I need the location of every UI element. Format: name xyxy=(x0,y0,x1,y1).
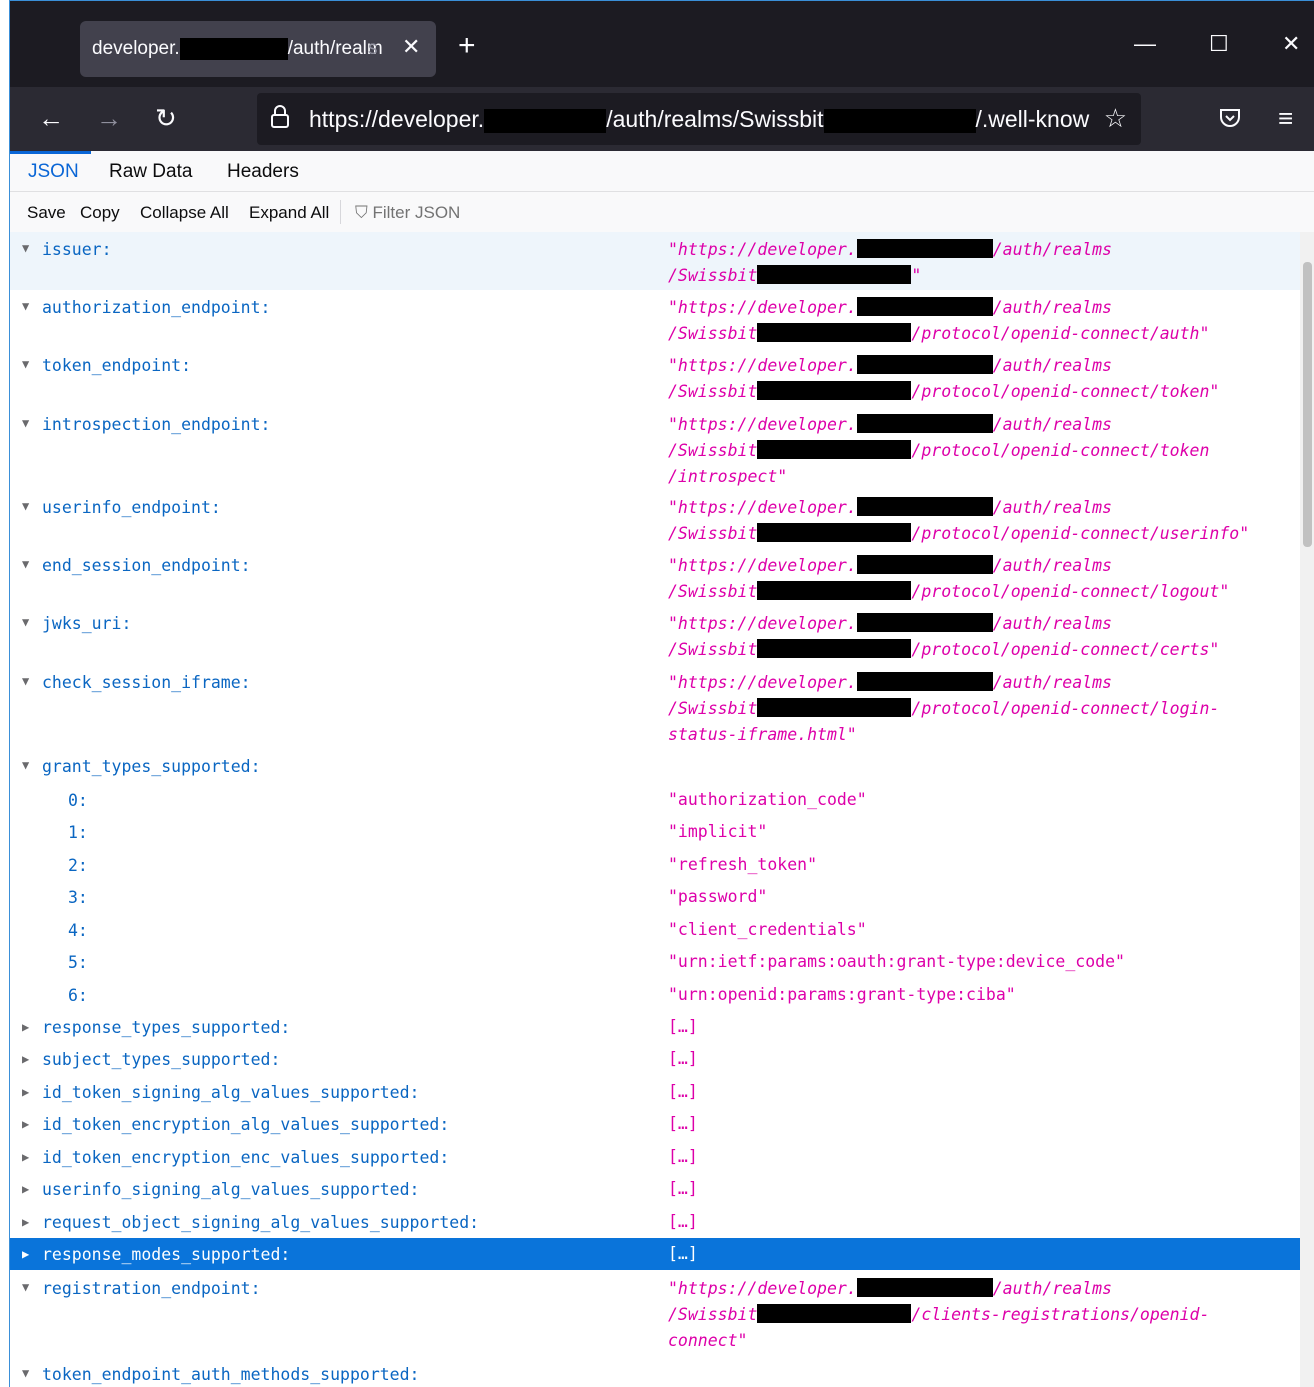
menu-icon[interactable]: ≡ xyxy=(1278,105,1293,131)
tab-raw-data[interactable]: Raw Data xyxy=(109,161,192,183)
json-row-userinfo-endpoint[interactable]: ▼ userinfo_endpoint: "https://developer.… xyxy=(10,490,1300,548)
json-value: "https://developer./auth/realms/Swissbit… xyxy=(668,613,1220,659)
tab-close-icon[interactable]: ✕ xyxy=(402,34,420,60)
json-row-grant-type-item[interactable]: 6: "urn:openid:params:grant-type:ciba" xyxy=(10,979,1300,1011)
json-row-registration-endpoint[interactable]: ▼ registration_endpoint: "https://develo… xyxy=(10,1271,1300,1355)
json-row-selected[interactable]: ▶ response_modes_supported: […] xyxy=(10,1238,1300,1270)
json-row-collapsed[interactable]: ▶ id_token_encryption_alg_values_support… xyxy=(10,1108,1300,1140)
reload-icon[interactable]: ↻ xyxy=(155,105,177,131)
json-row-collapsed[interactable]: ▶ id_token_signing_alg_values_supported:… xyxy=(10,1076,1300,1108)
json-row-introspection-endpoint[interactable]: ▼ introspection_endpoint: "https://devel… xyxy=(10,406,1300,490)
json-row-collapsed[interactable]: ▶ response_types_supported: […] xyxy=(10,1011,1300,1043)
json-row-grant-type-item[interactable]: 5: "urn:ietf:params:oauth:grant-type:dev… xyxy=(10,946,1300,978)
filter-json-input[interactable]: ⛉ Filter JSON xyxy=(355,203,460,223)
json-row-collapsed[interactable]: ▶ request_object_signing_alg_values_supp… xyxy=(10,1206,1300,1238)
bookmark-star-icon[interactable]: ☆ xyxy=(1104,103,1127,134)
collapsed-arrow-icon[interactable]: ▶ xyxy=(22,1020,29,1034)
json-row-issuer[interactable]: ▼ issuer: "https://developer./auth/realm… xyxy=(10,232,1300,290)
expand-arrow-icon[interactable]: ▼ xyxy=(22,241,29,255)
navigation-bar: ← → ↻ https://developer./auth/realms/Swi… xyxy=(10,87,1314,151)
json-row-end-session-endpoint[interactable]: ▼ end_session_endpoint: "https://develop… xyxy=(10,548,1300,606)
expand-arrow-icon[interactable]: ▼ xyxy=(22,1366,29,1380)
json-row-jwks-uri[interactable]: ▼ jwks_uri: "https://developer./auth/rea… xyxy=(10,606,1300,664)
browser-window: developer./auth/realm s ✕ + — ☐ ✕ ← → ↻ … xyxy=(9,0,1314,1387)
json-row-grant-type-item[interactable]: 3: "password" xyxy=(10,881,1300,913)
expand-arrow-icon[interactable]: ▼ xyxy=(22,357,29,371)
collapsed-arrow-icon[interactable]: ▶ xyxy=(22,1052,29,1066)
expand-arrow-icon[interactable]: ▼ xyxy=(22,557,29,571)
json-value: "https://developer./auth/realms/Swissbit… xyxy=(668,672,1220,744)
maximize-icon[interactable]: ☐ xyxy=(1209,33,1229,55)
collapsed-arrow-icon[interactable]: ▶ xyxy=(22,1215,29,1229)
filter-icon: ⛉ xyxy=(355,203,368,222)
tab-headers[interactable]: Headers xyxy=(227,161,299,183)
json-value: "https://developer./auth/realms/Swissbit… xyxy=(668,414,1210,486)
collapsed-arrow-icon[interactable]: ▶ xyxy=(22,1117,29,1131)
json-value: "https://developer./auth/realms/Swissbit… xyxy=(668,239,1112,285)
json-row-grant-types-supported[interactable]: ▼ grant_types_supported: xyxy=(10,748,1300,782)
json-row-token-endpoint[interactable]: ▼ token_endpoint: "https://developer./au… xyxy=(10,348,1300,406)
expand-arrow-icon[interactable]: ▼ xyxy=(22,615,29,629)
minimize-icon[interactable]: — xyxy=(1134,33,1156,55)
forward-icon[interactable]: → xyxy=(96,105,122,131)
json-row-collapsed[interactable]: ▶ subject_types_supported: […] xyxy=(10,1043,1300,1075)
json-value: "https://developer./auth/realms/Swissbit… xyxy=(668,497,1250,543)
url-text: https://developer./auth/realms/Swissbit /… xyxy=(309,106,1090,133)
json-row-grant-type-item[interactable]: 0: "authorization_code" xyxy=(10,784,1300,816)
json-row-grant-type-item[interactable]: 2: "refresh_token" xyxy=(10,849,1300,881)
tab-title-fade: s xyxy=(368,38,378,59)
expand-arrow-icon[interactable]: ▼ xyxy=(22,758,29,772)
lock-icon xyxy=(270,105,290,135)
expand-all-button[interactable]: Expand All xyxy=(249,203,329,223)
tab-json[interactable]: JSON xyxy=(28,161,79,183)
json-row-authorization-endpoint[interactable]: ▼ authorization_endpoint: "https://devel… xyxy=(10,290,1300,348)
json-row-collapsed[interactable]: ▶ id_token_encryption_enc_values_support… xyxy=(10,1141,1300,1173)
json-value: "https://developer./auth/realms/Swissbit… xyxy=(668,555,1230,601)
json-row-grant-type-item[interactable]: 1: "implicit" xyxy=(10,816,1300,848)
expand-arrow-icon[interactable]: ▼ xyxy=(22,674,29,688)
json-row-check-session-iframe[interactable]: ▼ check_session_iframe: "https://develop… xyxy=(10,664,1300,748)
collapsed-arrow-icon[interactable]: ▶ xyxy=(22,1247,29,1261)
json-row-collapsed[interactable]: ▶ userinfo_signing_alg_values_supported:… xyxy=(10,1173,1300,1205)
json-row-grant-type-item[interactable]: 4: "client_credentials" xyxy=(10,914,1300,946)
pocket-icon[interactable] xyxy=(1218,106,1242,134)
viewer-tabs: JSON Raw Data Headers xyxy=(10,151,1314,192)
tab-title: developer./auth/realm xyxy=(92,38,383,60)
toolbar-divider xyxy=(340,200,341,224)
json-toolbar: Save Copy Collapse All Expand All ⛉ Filt… xyxy=(10,192,1314,233)
json-row-token-endpoint-auth-methods[interactable]: ▼ token_endpoint_auth_methods_supported: xyxy=(10,1357,1300,1387)
collapse-all-button[interactable]: Collapse All xyxy=(140,203,229,223)
back-icon[interactable]: ← xyxy=(38,105,64,131)
copy-button[interactable]: Copy xyxy=(80,203,120,223)
save-button[interactable]: Save xyxy=(27,203,66,223)
active-tab-indicator xyxy=(10,151,91,154)
json-value: "https://developer./auth/realms/Swissbit… xyxy=(668,1278,1210,1350)
collapsed-arrow-icon[interactable]: ▶ xyxy=(22,1085,29,1099)
expand-arrow-icon[interactable]: ▼ xyxy=(22,1280,29,1294)
window-close-icon[interactable]: ✕ xyxy=(1282,33,1300,55)
json-tree: ▼ issuer: "https://developer./auth/realm… xyxy=(10,232,1300,1387)
json-value: "https://developer./auth/realms/Swissbit… xyxy=(668,355,1220,401)
vertical-scrollbar[interactable] xyxy=(1300,232,1314,1387)
expand-arrow-icon[interactable]: ▼ xyxy=(22,499,29,513)
expand-arrow-icon[interactable]: ▼ xyxy=(22,416,29,430)
scrollbar-thumb[interactable] xyxy=(1303,262,1312,547)
browser-tab[interactable]: developer./auth/realm s ✕ xyxy=(80,21,436,77)
url-bar[interactable]: https://developer./auth/realms/Swissbit /… xyxy=(257,93,1141,145)
new-tab-icon[interactable]: + xyxy=(458,31,476,61)
json-value: "https://developer./auth/realms/Swissbit… xyxy=(668,297,1210,343)
collapsed-arrow-icon[interactable]: ▶ xyxy=(22,1150,29,1164)
expand-arrow-icon[interactable]: ▼ xyxy=(22,299,29,313)
collapsed-arrow-icon[interactable]: ▶ xyxy=(22,1182,29,1196)
title-bar: developer./auth/realm s ✕ + — ☐ ✕ xyxy=(10,1,1314,87)
